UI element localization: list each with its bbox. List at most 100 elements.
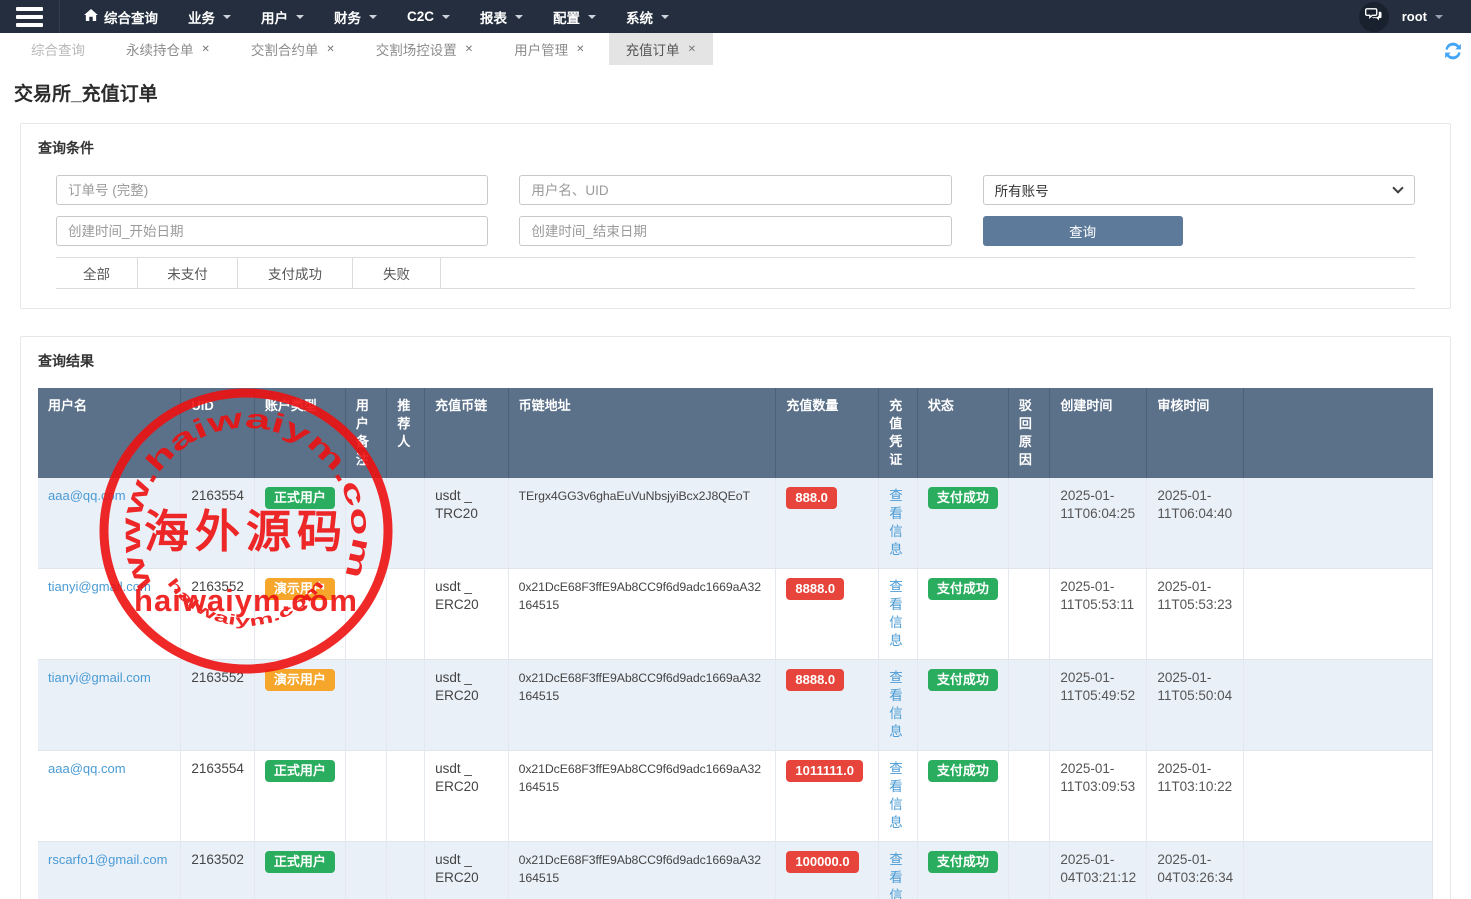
- username-link[interactable]: tianyi@gmail.com: [48, 579, 151, 594]
- close-icon[interactable]: ✕: [688, 44, 696, 55]
- start-date-input[interactable]: [56, 216, 488, 246]
- results-table-body: aaa@qq.com2163554正式用户usdt _ TRC20TErgx4G…: [38, 478, 1433, 899]
- account-select[interactable]: [983, 175, 1415, 205]
- user-note-cell: [345, 842, 386, 899]
- close-icon[interactable]: ✕: [202, 44, 210, 55]
- col-status: 状态: [917, 388, 1008, 478]
- filter-unpaid[interactable]: 未支付: [138, 258, 238, 288]
- order-no-input[interactable]: [56, 175, 488, 205]
- col-reject-reason: 驳回原因: [1008, 388, 1049, 478]
- audit-time-cell: 2025-01-11T05:53:23: [1147, 569, 1244, 660]
- chevron-down-icon: [588, 15, 596, 19]
- menu-item-config[interactable]: 配置: [553, 7, 596, 27]
- hamburger-menu-icon[interactable]: [0, 0, 60, 33]
- uid-cell: 2163554: [181, 478, 255, 569]
- voucher-cell: 查看信息: [879, 478, 918, 569]
- page-title: 交易所_充值订单: [0, 65, 1471, 123]
- col-amount: 充值数量: [776, 388, 879, 478]
- menu-item-report[interactable]: 报表: [480, 7, 523, 27]
- view-info-link[interactable]: 查看信息: [889, 852, 903, 899]
- voucher-cell: 查看信息: [879, 751, 918, 842]
- query-form: 查询: [56, 175, 1415, 246]
- col-extra: [1244, 388, 1433, 478]
- tab-user-management[interactable]: 用户管理✕: [497, 33, 601, 65]
- chat-icon: [1365, 7, 1382, 27]
- menu-item-finance[interactable]: 财务: [334, 7, 377, 27]
- close-icon[interactable]: ✕: [465, 44, 473, 55]
- account-type-badge: 演示用户: [265, 578, 335, 600]
- reject-reason-cell: [1008, 478, 1049, 569]
- refresh-icon[interactable]: [1444, 42, 1462, 60]
- menu-item-business[interactable]: 业务: [188, 7, 231, 27]
- user-note-cell: [345, 478, 386, 569]
- chevron-down-icon: [515, 15, 523, 19]
- table-row: aaa@qq.com2163554正式用户usdt _ TRC20TErgx4G…: [38, 478, 1433, 569]
- menu-item-user[interactable]: 用户: [261, 7, 304, 27]
- filter-failed[interactable]: 失败: [353, 258, 441, 288]
- status-cell: 支付成功: [917, 569, 1008, 660]
- username-link[interactable]: tianyi@gmail.com: [48, 670, 151, 685]
- view-info-link[interactable]: 查看信息: [889, 579, 903, 648]
- account-type-cell: 正式用户: [254, 478, 345, 569]
- close-icon[interactable]: ✕: [576, 44, 584, 55]
- table-row: rscarfo1@gmail.com2163502正式用户usdt _ ERC2…: [38, 842, 1433, 899]
- col-audit-time: 审核时间: [1147, 388, 1244, 478]
- search-button[interactable]: 查询: [983, 216, 1183, 246]
- username-link[interactable]: aaa@qq.com: [48, 761, 126, 776]
- filter-paid-success[interactable]: 支付成功: [238, 258, 353, 288]
- menu-item-system[interactable]: 系统: [626, 7, 669, 27]
- username-label: root: [1402, 9, 1427, 24]
- extra-cell: [1244, 660, 1433, 751]
- username-cell: tianyi@gmail.com: [38, 569, 181, 660]
- tab-perpetual-positions[interactable]: 永续持仓单✕: [109, 33, 227, 65]
- query-results-title: 查询结果: [38, 351, 1433, 371]
- tab-summary-query[interactable]: 综合查询: [14, 33, 102, 65]
- chain-cell: usdt _ ERC20: [425, 660, 509, 751]
- tab-delivery-control-settings[interactable]: 交割场控设置✕: [359, 33, 490, 65]
- username-link[interactable]: rscarfo1@gmail.com: [48, 852, 167, 867]
- status-badge: 支付成功: [928, 487, 998, 509]
- uid-cell: 2163554: [181, 751, 255, 842]
- account-type-badge: 演示用户: [265, 669, 335, 691]
- tab-recharge-orders[interactable]: 充值订单✕: [609, 33, 713, 65]
- status-badge: 支付成功: [928, 851, 998, 873]
- filter-all[interactable]: 全部: [56, 258, 138, 288]
- chevron-down-icon: [223, 15, 231, 19]
- amount-cell: 8888.0: [776, 569, 879, 660]
- username-cell: aaa@qq.com: [38, 751, 181, 842]
- extra-cell: [1244, 842, 1433, 899]
- status-cell: 支付成功: [917, 478, 1008, 569]
- address-cell: 0x21DcE68F3ffE9Ab8CC9f6d9adc1669aA321645…: [508, 660, 776, 751]
- col-uid: UID: [181, 388, 255, 478]
- account-type-cell: 演示用户: [254, 660, 345, 751]
- amount-cell: 888.0: [776, 478, 879, 569]
- view-info-link[interactable]: 查看信息: [889, 488, 903, 557]
- user-menu[interactable]: root: [1402, 9, 1443, 24]
- username-link[interactable]: aaa@qq.com: [48, 488, 126, 503]
- col-user-note: 用户备注: [345, 388, 386, 478]
- user-note-cell: [345, 660, 386, 751]
- view-info-link[interactable]: 查看信息: [889, 670, 903, 739]
- messages-button[interactable]: [1359, 2, 1389, 32]
- chain-cell: usdt _ ERC20: [425, 569, 509, 660]
- username-uid-input[interactable]: [519, 175, 951, 205]
- audit-time-cell: 2025-01-11T03:10:22: [1147, 751, 1244, 842]
- menu-item-c2c[interactable]: C2C: [407, 9, 450, 24]
- extra-cell: [1244, 569, 1433, 660]
- chevron-down-icon: [442, 15, 450, 19]
- tab-delivery-contracts[interactable]: 交割合约单✕: [234, 33, 352, 65]
- referrer-cell: [387, 842, 425, 899]
- uid-cell: 2163552: [181, 660, 255, 751]
- close-icon[interactable]: ✕: [326, 44, 334, 55]
- created-time-cell: 2025-01-11T03:09:53: [1050, 751, 1147, 842]
- created-time-cell: 2025-01-11T06:04:25: [1050, 478, 1147, 569]
- account-type-cell: 正式用户: [254, 842, 345, 899]
- menu-item-dashboard[interactable]: 综合查询: [84, 7, 158, 27]
- status-badge: 支付成功: [928, 760, 998, 782]
- end-date-input[interactable]: [519, 216, 951, 246]
- col-address: 币链地址: [508, 388, 776, 478]
- chevron-down-icon: [1435, 15, 1443, 19]
- status-cell: 支付成功: [917, 660, 1008, 751]
- view-info-link[interactable]: 查看信息: [889, 761, 903, 830]
- chain-cell: usdt _ ERC20: [425, 751, 509, 842]
